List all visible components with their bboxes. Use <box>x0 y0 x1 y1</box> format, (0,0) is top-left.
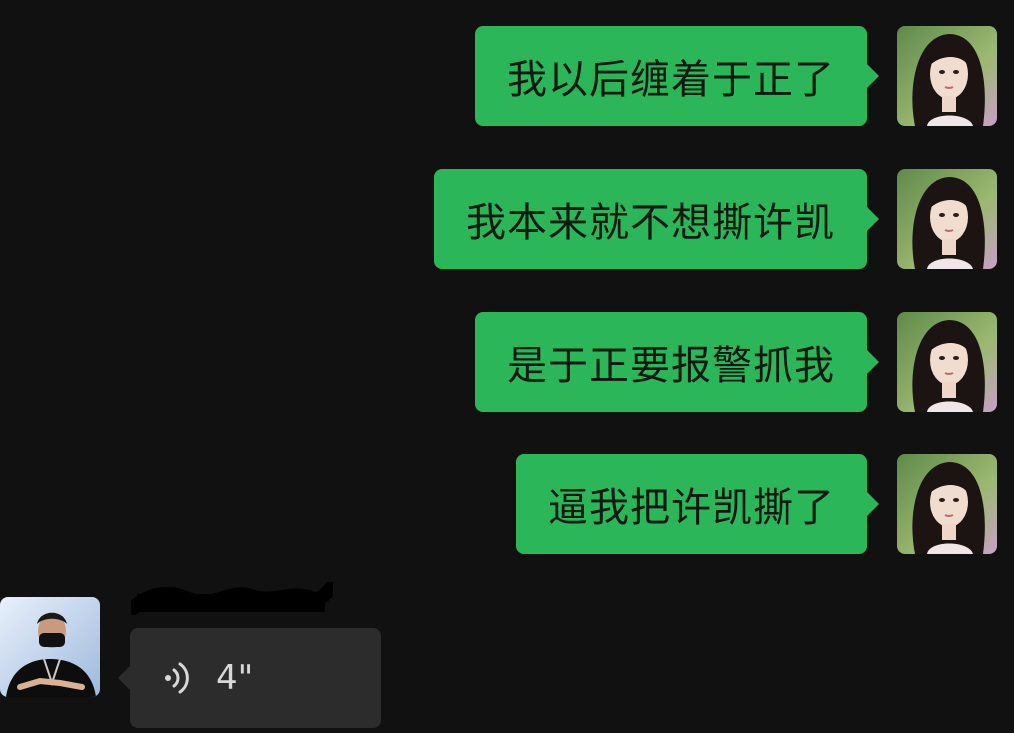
sender-avatar[interactable] <box>0 597 100 697</box>
sent-message-bubble[interactable]: 我以后缠着于正了 <box>475 26 879 126</box>
message-text: 我以后缠着于正了 <box>507 57 835 103</box>
message-row: 我本来就不想撕许凯 <box>434 169 997 269</box>
message-text: 逼我把许凯撕了 <box>548 485 835 531</box>
avatar[interactable] <box>897 169 997 269</box>
avatar-image <box>897 454 997 554</box>
voice-duration: 4" <box>216 658 254 698</box>
sound-wave-icon <box>162 658 196 698</box>
voice-message-bubble[interactable]: 4" <box>118 628 381 728</box>
avatar[interactable] <box>897 454 997 554</box>
message-text: 我本来就不想撕许凯 <box>466 200 835 246</box>
sent-message-bubble[interactable]: 是于正要报警抓我 <box>475 312 879 412</box>
avatar[interactable] <box>897 312 997 412</box>
message-row: 是于正要报警抓我 <box>475 312 997 412</box>
avatar-image <box>0 597 100 697</box>
avatar-image <box>897 312 997 412</box>
avatar-image <box>897 169 997 269</box>
message-row: 我以后缠着于正了 <box>475 26 997 126</box>
sent-message-bubble[interactable]: 逼我把许凯撕了 <box>516 454 879 554</box>
message-row: 逼我把许凯撕了 <box>516 454 997 554</box>
avatar-image <box>897 26 997 126</box>
sent-message-bubble[interactable]: 我本来就不想撕许凯 <box>434 169 879 269</box>
message-text: 是于正要报警抓我 <box>507 343 835 389</box>
sender-name-redacted <box>126 581 338 616</box>
avatar[interactable] <box>897 26 997 126</box>
